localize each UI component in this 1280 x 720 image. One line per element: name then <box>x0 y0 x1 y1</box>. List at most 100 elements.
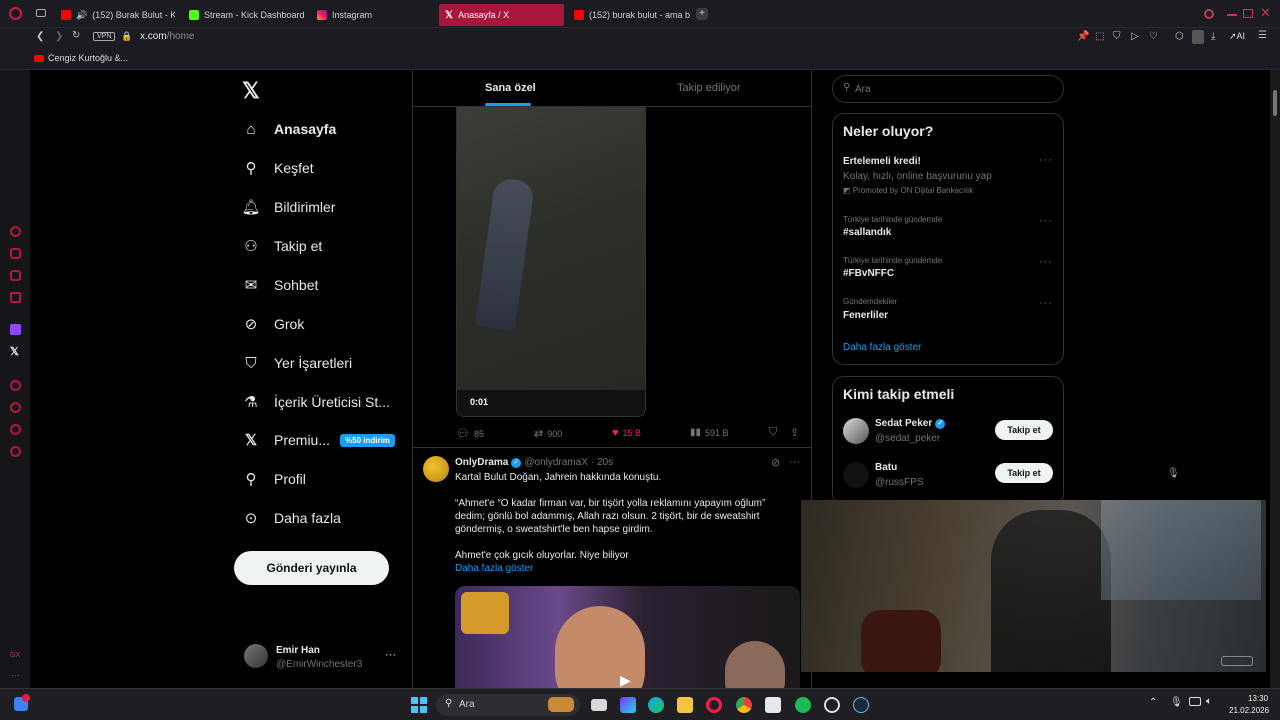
shield-icon[interactable]: ⛉ <box>1113 31 1121 42</box>
suggested-user-name[interactable]: Batu <box>875 462 897 473</box>
more-icon[interactable]: ··· <box>1039 215 1053 227</box>
settings-icon[interactable] <box>10 446 21 457</box>
clock-icon[interactable] <box>10 402 21 413</box>
heart-icon[interactable]: ♡ <box>1149 31 1158 42</box>
sidebar-item-explore[interactable]: ⚲ Keşfet <box>242 156 314 180</box>
download-icon[interactable]: ⤓ <box>1211 31 1215 42</box>
play-icon[interactable]: ▶ <box>620 672 631 688</box>
extensions-icon[interactable]: ⬡ <box>1175 31 1184 42</box>
sidebar-item-grok[interactable]: ⊘ Grok <box>242 312 305 336</box>
microphone-icon[interactable]: 🎙︎ <box>1167 468 1180 479</box>
steam-icon[interactable] <box>853 697 869 713</box>
reload-icon[interactable]: ↻ <box>72 30 80 41</box>
app-icon[interactable] <box>824 697 840 713</box>
profile-avatar-icon[interactable] <box>1192 30 1204 44</box>
sidebar-item-profile[interactable]: ⚲ Profil <box>242 467 306 491</box>
show-more-link[interactable]: Daha fazla göster <box>455 562 785 575</box>
gx-icon[interactable]: GX <box>10 652 20 659</box>
pip-control-button[interactable] <box>1221 656 1253 666</box>
more-icon[interactable]: ··· <box>1039 154 1053 166</box>
bookmark-item[interactable]: Cengiz Kurtoğlu &... <box>34 53 128 63</box>
post-media[interactable]: ▶ <box>455 586 800 688</box>
tab-youtube-burak-2[interactable]: (152) burak bulut - ama ba <box>568 4 690 26</box>
tab-kick-dashboard[interactable]: Stream - Kick Dashboard <box>183 4 305 26</box>
trend-item[interactable]: #FBvNFFC <box>843 268 894 279</box>
history-icon[interactable] <box>10 380 21 391</box>
suggested-user-name[interactable]: Sedat Peker ✓ <box>875 418 946 429</box>
sidebar-item-more[interactable]: ⊙ Daha fazla <box>242 506 341 530</box>
post-time[interactable]: · 20s <box>591 457 613 468</box>
avatar[interactable] <box>843 462 869 488</box>
more-icon[interactable]: ··· <box>1039 297 1053 309</box>
sidebar-item-notifications[interactable]: 🔔︎ Bildirimler <box>241 195 335 219</box>
player-icon[interactable] <box>10 226 21 237</box>
pin-icon[interactable]: 📌 <box>1077 31 1089 42</box>
minimize-button[interactable] <box>1227 14 1237 16</box>
play-icon[interactable]: ▷ <box>1131 31 1139 42</box>
file-explorer-icon[interactable] <box>677 697 693 713</box>
tab-following[interactable]: Takip ediliyor <box>677 82 741 94</box>
bookmark-button[interactable]: ⛉ <box>769 426 777 439</box>
author-name[interactable]: OnlyDrama <box>455 457 508 468</box>
tab-for-you[interactable]: Sana özel <box>485 82 536 94</box>
author-handle[interactable]: @onlydramaX <box>524 457 588 468</box>
follow-button[interactable]: Takip et <box>995 420 1053 440</box>
share-button[interactable]: ⇪ <box>790 426 799 439</box>
spotify-icon[interactable] <box>795 697 811 713</box>
search-tabs-icon[interactable] <box>1204 9 1214 19</box>
grok-icon[interactable]: ⊘ <box>771 456 780 469</box>
opera-gx-icon[interactable] <box>706 697 722 713</box>
like-button[interactable]: ♥ 15 B <box>612 427 641 439</box>
clock-date[interactable]: 21.02.2026 <box>1229 706 1269 715</box>
vpn-badge[interactable]: VPN <box>93 32 116 41</box>
more-icon[interactable]: ··· <box>789 456 800 468</box>
sidebar-item-premium[interactable]: 𝕏 Premiu... %50 indirim <box>242 428 395 452</box>
tab-youtube-burak[interactable]: 🔊 (152) Burak Bulut - Kar <box>55 4 175 26</box>
avatar[interactable] <box>843 418 869 444</box>
extensions-icon[interactable] <box>10 424 21 435</box>
avatar[interactable] <box>423 456 449 482</box>
forward-icon[interactable]: ❯ <box>55 31 63 42</box>
chrome-icon[interactable] <box>736 697 752 713</box>
messenger-icon[interactable] <box>10 270 21 281</box>
search-box[interactable]: ⚲ Ara <box>832 75 1064 103</box>
store-icon[interactable] <box>620 697 636 713</box>
lock-icon[interactable]: 🔒 <box>121 31 132 42</box>
views-button[interactable]: ▮▮ 591 B <box>690 427 729 438</box>
picture-in-picture-video[interactable] <box>801 500 1266 672</box>
back-icon[interactable]: ❮ <box>36 31 44 42</box>
network-icon[interactable] <box>1189 697 1201 706</box>
new-tab-button[interactable]: + <box>696 8 708 20</box>
close-window-button[interactable]: ✕ <box>1260 5 1271 21</box>
trend-item[interactable]: #sallandık <box>843 227 891 238</box>
sidebar-item-follow[interactable]: ⚇ Takip et <box>242 234 322 258</box>
maximize-button[interactable] <box>1243 9 1253 18</box>
speaker-icon[interactable]: 🔊 <box>76 10 87 21</box>
ai-button[interactable]: ➚AI <box>1229 31 1245 42</box>
start-button[interactable] <box>411 697 427 713</box>
chevron-up-icon[interactable]: ⌃ <box>1149 697 1157 708</box>
scrollbar-thumb[interactable] <box>1273 90 1277 116</box>
account-switcher[interactable]: Emir Han @EmirWinchester3 ··· <box>244 644 404 674</box>
show-more-link[interactable]: Daha fazla göster <box>843 342 921 353</box>
tab-instagram[interactable]: Instagram <box>311 4 431 26</box>
microphone-icon[interactable]: 🎙︎ <box>1170 697 1183 708</box>
tab-x-home[interactable]: 𝕏 Anasayfa / X <box>439 4 564 26</box>
volume-icon[interactable]: 🔈︎ <box>1206 696 1212 707</box>
follow-button[interactable]: Takip et <box>995 463 1053 483</box>
sidebar-item-home[interactable]: ⌂ Anasayfa <box>242 117 336 141</box>
url-field[interactable]: x.com/home <box>140 31 194 42</box>
store-bag-icon[interactable] <box>765 697 781 713</box>
snapshot-icon[interactable]: ⬚ <box>1095 31 1104 42</box>
trend-item[interactable]: Fenerliler <box>843 310 888 321</box>
tab-overview-icon[interactable] <box>36 9 46 17</box>
repost-button[interactable]: ⇄ 900 <box>534 427 562 440</box>
post-button[interactable]: Gönderi yayınla <box>234 551 389 585</box>
mail-icon[interactable] <box>10 292 21 303</box>
twitch-icon[interactable] <box>10 324 21 335</box>
sidebar-item-chat[interactable]: ✉ Sohbet <box>242 273 319 297</box>
x-logo-icon[interactable]: 𝕏 <box>242 78 260 104</box>
taskbar-search[interactable]: ⚲ Ara <box>436 694 580 716</box>
edge-icon[interactable] <box>648 697 664 713</box>
more-icon[interactable]: ··· <box>11 670 20 680</box>
